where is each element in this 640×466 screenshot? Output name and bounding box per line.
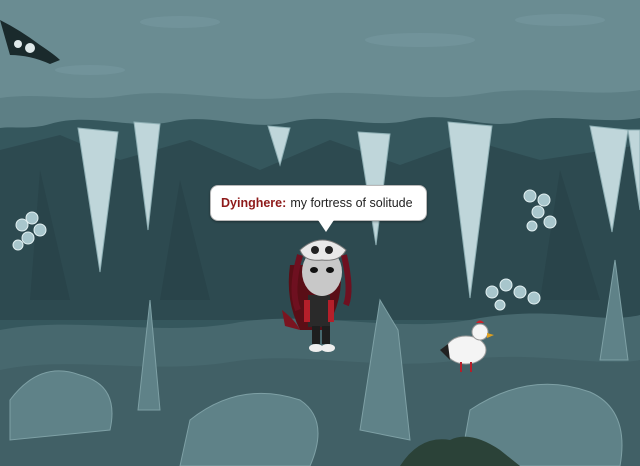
game-scene[interactable]: Dyinghere: my fortress of solitude xyxy=(0,0,640,466)
chat-speaker-name[interactable]: Dyinghere xyxy=(221,196,282,210)
white-chicken-pet[interactable] xyxy=(0,0,640,466)
chat-message-text: my fortress of solitude xyxy=(290,196,413,210)
chat-bubble-tail xyxy=(318,220,334,232)
chat-separator: : xyxy=(282,196,287,210)
chat-bubble: Dyinghere: my fortress of solitude xyxy=(210,185,427,221)
